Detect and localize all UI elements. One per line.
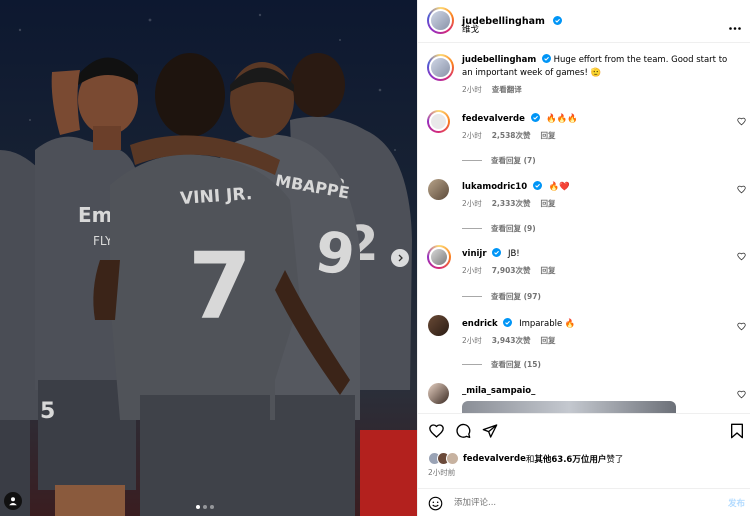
like-heart-icon[interactable] [428, 423, 445, 439]
carousel-dot [210, 505, 214, 509]
like-comment-heart-icon[interactable] [737, 117, 746, 126]
view-replies-button[interactable]: 查看回复 (15) [462, 359, 541, 370]
replies-divider [462, 228, 482, 229]
liker-avatars [428, 452, 459, 465]
view-replies-button[interactable]: 查看回复 (9) [462, 223, 536, 234]
replies-divider [462, 296, 482, 297]
view-replies-label: 查看回复 (7) [491, 156, 536, 165]
tagged-users-button[interactable] [4, 492, 22, 510]
commenter-username[interactable]: fedevalverde [462, 114, 525, 124]
reply-button[interactable]: 回复 [541, 265, 556, 276]
chevron-right-icon [398, 254, 403, 262]
caption-avatar[interactable] [427, 54, 454, 81]
more-options-button[interactable] [729, 15, 741, 34]
verified-icon [541, 54, 551, 63]
comment-text: 🔥❤️ [548, 182, 570, 192]
carousel-dot [203, 505, 207, 509]
view-replies-button[interactable]: 查看回复 (7) [462, 155, 536, 166]
comment-likes[interactable]: 2,333次赞 [492, 198, 531, 209]
reply-button[interactable]: 回复 [541, 130, 556, 141]
like-comment-heart-icon[interactable] [737, 322, 746, 331]
jersey-number-1: 7 [188, 233, 252, 340]
comment-time: 2小时 [462, 199, 482, 208]
likes-suffix: 赞了 [606, 454, 624, 465]
carousel-dot [196, 505, 200, 509]
view-replies-label: 查看回复 (9) [491, 224, 536, 233]
commenter-avatar[interactable] [427, 245, 451, 269]
add-comment-input[interactable] [454, 495, 694, 511]
comment-likes[interactable]: 7,903次赞 [492, 265, 531, 276]
caption-time: 2小时 [462, 85, 482, 94]
bookmark-icon[interactable] [730, 423, 744, 439]
jersey-number-4: 5 [40, 399, 55, 424]
comment-likes[interactable]: 3,943次赞 [492, 335, 531, 346]
more-horizontal-icon [729, 27, 741, 30]
commenter-avatar[interactable] [428, 179, 449, 200]
commenter-username[interactable]: endrick [462, 319, 498, 329]
view-replies-label: 查看回复 (97) [491, 292, 541, 301]
post-header: judebellingham 维戈 [418, 0, 750, 43]
commenter-username[interactable]: _mila_sampaio_ [462, 386, 535, 396]
post-side-panel: judebellingham 维戈 judebellingham Huge ef… [417, 0, 750, 516]
comment-image-attachment[interactable] [462, 401, 676, 413]
jersey-sponsor-line2: FLY [93, 234, 113, 248]
likes-others[interactable]: 其他63.6万位用户 [534, 453, 606, 465]
post-modal: Emi FLY 5 ER 2 MBAPPE 9 VINI JR. 7 [0, 0, 750, 516]
caption-username[interactable]: judebellingham [462, 55, 536, 65]
add-comment-bar: 发布 [418, 488, 750, 517]
comment-time: 2小时 [462, 336, 482, 345]
verified-icon [532, 181, 542, 190]
verified-icon [503, 318, 513, 327]
likes-joiner: 和 [525, 454, 535, 465]
verified-icon [553, 16, 563, 25]
commenter-username[interactable]: lukamodric10 [462, 182, 527, 192]
comment-bubble-icon[interactable] [455, 423, 471, 439]
carousel-indicator [196, 505, 214, 509]
post-location[interactable]: 维戈 [462, 23, 479, 35]
view-replies-label: 查看回复 (15) [491, 360, 541, 369]
likes-summary[interactable]: fedevalverde 和 其他63.6万位用户 赞了 [428, 452, 623, 465]
likes-first-user[interactable]: fedevalverde [463, 454, 526, 464]
commenter-avatar[interactable] [427, 110, 450, 133]
comment-likes[interactable]: 2,538次赞 [492, 130, 531, 141]
view-replies-button[interactable]: 查看回复 (97) [462, 291, 541, 302]
comment-text: 🔥🔥🔥 [546, 114, 579, 124]
reply-button[interactable]: 回复 [541, 335, 556, 346]
user-icon [9, 497, 17, 506]
carousel-next-button[interactable] [391, 249, 409, 267]
post-photo[interactable]: Emi FLY 5 ER 2 MBAPPE 9 VINI JR. 7 [0, 0, 417, 516]
like-comment-heart-icon[interactable] [737, 185, 746, 194]
like-comment-heart-icon[interactable] [737, 252, 746, 261]
post-actions: fedevalverde 和 其他63.6万位用户 赞了 2小时前 发布 [418, 413, 750, 513]
verified-icon [530, 113, 540, 122]
post-comment-button[interactable]: 发布 [728, 497, 745, 509]
post-time-ago: 2小时前 [428, 468, 456, 477]
share-send-icon[interactable] [482, 423, 498, 439]
commenter-avatar[interactable] [428, 315, 449, 336]
comment-text: Imparable 🔥 [519, 319, 576, 329]
verified-icon [492, 248, 502, 257]
commenter-username[interactable]: vinijr [462, 249, 487, 259]
emoji-icon[interactable] [428, 496, 443, 511]
comment-time: 2小时 [462, 266, 482, 275]
comment-text: JB! [507, 249, 520, 259]
liker-avatar [446, 452, 459, 465]
reply-button[interactable]: 回复 [541, 198, 556, 209]
replies-divider [462, 364, 482, 365]
players-illustration: Emi FLY 5 ER 2 MBAPPE 9 VINI JR. 7 [0, 13, 417, 516]
comments-list[interactable]: judebellingham Huge effort from the team… [418, 44, 750, 413]
see-translation-link[interactable]: 查看翻译 [492, 84, 522, 95]
replies-divider [462, 160, 482, 161]
commenter-avatar[interactable] [428, 383, 449, 404]
comment-time: 2小时 [462, 131, 482, 140]
author-avatar[interactable] [427, 7, 454, 34]
like-comment-heart-icon[interactable] [737, 390, 746, 399]
